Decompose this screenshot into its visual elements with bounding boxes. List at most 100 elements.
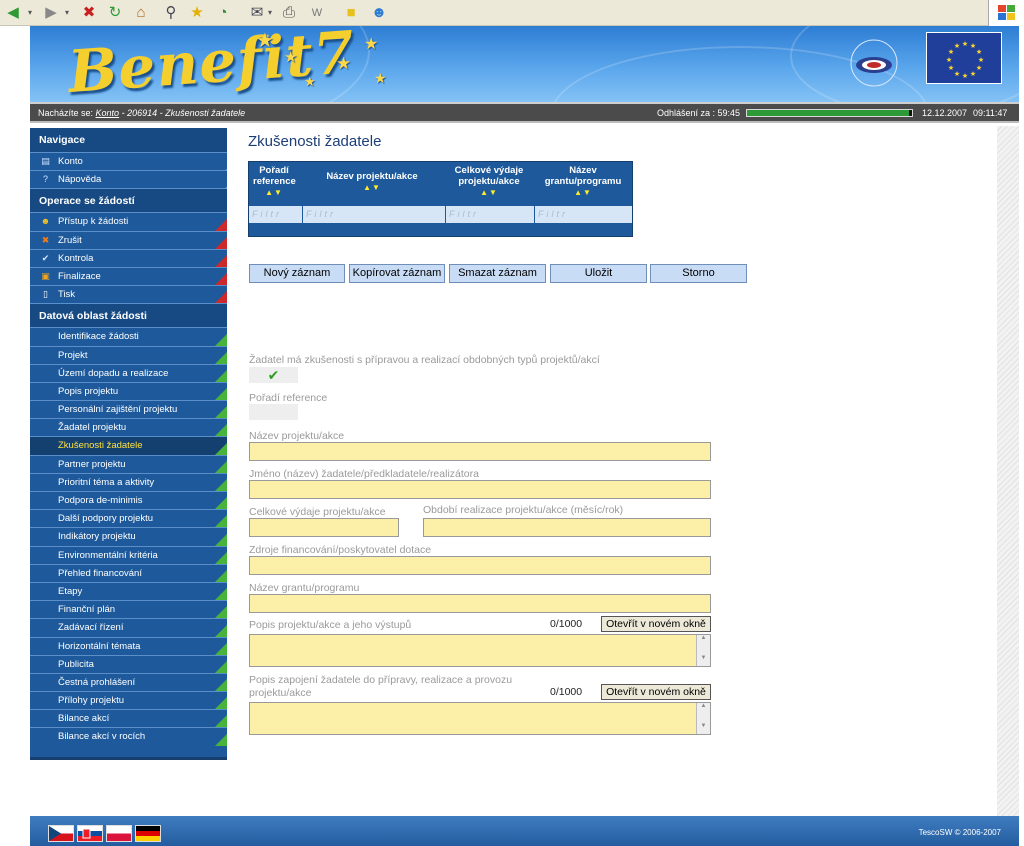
mail-icon[interactable]: ✉	[246, 3, 268, 23]
sidebar-section-data: Datová oblast žádosti	[30, 303, 227, 328]
filter-input-grant[interactable]: Filtr	[535, 206, 632, 223]
sidebar-item-environment-ln-krit-ria[interactable]: Environmentální kritéria	[30, 545, 227, 564]
back-icon[interactable]: ◀	[2, 3, 24, 23]
home-icon[interactable]: ⌂	[130, 3, 152, 23]
refresh-icon[interactable]: ↻	[104, 3, 126, 23]
svg-text:★: ★	[978, 56, 984, 64]
sidebar-item-label: Kontrola	[58, 252, 94, 264]
involvement-open-window-button[interactable]: Otevřít v novém okně	[601, 684, 711, 700]
stop-icon[interactable]: ✖	[78, 3, 100, 23]
sidebar-item--estn-prohl-en-[interactable]: Čestná prohlášení	[30, 672, 227, 692]
corner-marker-icon	[215, 588, 227, 601]
checkmark-icon: ✔	[267, 367, 280, 383]
search-icon[interactable]: ⚲	[160, 3, 182, 23]
sidebar-item-label: Bilance akcí	[58, 713, 110, 725]
corner-marker-icon	[215, 660, 227, 673]
favorites-icon[interactable]: ★	[186, 3, 208, 23]
experience-checkbox[interactable]: ✔	[249, 367, 298, 383]
filter-input-vydaje[interactable]: Filtr	[446, 206, 535, 223]
corner-marker-icon	[215, 606, 227, 619]
print-icon[interactable]: ⎙	[278, 3, 300, 23]
flag-pl-icon[interactable]	[106, 825, 132, 842]
scroll-down-icon[interactable]: ▼	[697, 723, 710, 729]
total-cost-input[interactable]	[249, 518, 399, 537]
sidebar-item-p-stup-k-dosti[interactable]: ☻ Přístup k žádosti	[30, 212, 227, 231]
filter-input-poradi[interactable]: Filtr	[249, 206, 303, 223]
involvement-textarea[interactable]: ▲ ▼	[249, 702, 711, 735]
sidebar-item-p-ehled-financov-n-[interactable]: Přehled financování	[30, 563, 227, 582]
sidebar-item-etapy[interactable]: Etapy	[30, 581, 227, 601]
sidebar-item-projekt[interactable]: Projekt	[30, 345, 227, 364]
delete-record-button[interactable]: Smazat záznam	[449, 264, 546, 283]
column-header-poradi[interactable]: Pořadí reference ▲▼	[253, 165, 296, 198]
scroll-up-icon[interactable]: ▲	[697, 635, 710, 641]
save-button[interactable]: Uložit	[550, 264, 647, 283]
sort-arrows-icon[interactable]: ▲▼	[449, 187, 529, 198]
column-header-nazev-projektu[interactable]: Název projektu/akce ▲▼	[304, 165, 440, 193]
realization-period-input[interactable]	[423, 518, 711, 537]
sidebar-item-dal-podpory-projektu[interactable]: Další podpory projektu	[30, 509, 227, 528]
sidebar-item-horizont-ln-t-mata[interactable]: Horizontální témata	[30, 636, 227, 655]
column-header-nazev-grantu[interactable]: Název grantu/programu ▲▼	[539, 165, 627, 198]
notes-icon[interactable]: ■	[340, 3, 362, 23]
forward-dropdown-icon[interactable]: ▾	[62, 3, 72, 23]
scroll-up-icon[interactable]: ▲	[697, 703, 710, 709]
sidebar-item-tisk[interactable]: ▯ Tisk	[30, 285, 227, 304]
grant-name-input[interactable]	[249, 594, 711, 613]
description-textarea[interactable]: ▲ ▼	[249, 634, 711, 667]
flag-sk-icon[interactable]	[77, 825, 103, 842]
description-open-window-button[interactable]: Otevřít v novém okně	[601, 616, 711, 632]
sidebar-item-label: Podpora de-minimis	[58, 495, 143, 506]
funding-source-input[interactable]	[249, 556, 711, 575]
cancel-button[interactable]: Storno	[650, 264, 747, 283]
scroll-down-icon[interactable]: ▼	[697, 655, 710, 661]
sort-arrows-icon[interactable]: ▲▼	[253, 187, 295, 198]
location-bar: Nacházíte se: Konto - 206914 - Zkušenost…	[30, 102, 1019, 123]
edit-icon[interactable]: W	[306, 3, 328, 23]
sidebar-item-popis-projektu[interactable]: Popis projektu	[30, 381, 227, 401]
sidebar-item-publicita[interactable]: Publicita	[30, 654, 227, 673]
star-icon: ★	[256, 30, 274, 52]
forward-icon[interactable]: ▶	[40, 3, 62, 23]
sidebar-item-kontrola[interactable]: ✔ Kontrola	[30, 248, 227, 267]
sidebar-item-p-lohy-projektu[interactable]: Přílohy projektu	[30, 691, 227, 710]
messenger-icon[interactable]: ☻	[368, 3, 390, 23]
textarea-scrollbar[interactable]: ▲ ▼	[696, 635, 710, 666]
sidebar-item-bilance-akc-v-roc-ch[interactable]: Bilance akcí v rocích	[30, 727, 227, 746]
sidebar-item-finalizace[interactable]: ▣ Finalizace	[30, 266, 227, 286]
sidebar-item-label: Publicita	[58, 658, 94, 670]
sort-arrows-icon[interactable]: ▲▼	[304, 182, 440, 193]
sidebar-item-bilance-akc-[interactable]: Bilance akcí	[30, 709, 227, 728]
breadcrumb-konto-link[interactable]: Konto	[96, 108, 120, 118]
applicant-name-input[interactable]	[249, 480, 711, 499]
copy-record-button[interactable]: Kopírovat záznam	[349, 264, 445, 283]
sidebar-item-zad-vac-zen-[interactable]: Zadávací řízení	[30, 618, 227, 637]
sidebar-item-konto[interactable]: ▤ Konto	[30, 152, 227, 171]
sidebar-item-zku-enosti-adatele[interactable]: Zkušenosti žadatele	[30, 436, 227, 455]
sidebar-item-identifikace-dosti[interactable]: Identifikace žádosti	[30, 327, 227, 346]
sidebar-item--zem-dopadu-a-realizace[interactable]: Území dopadu a realizace	[30, 363, 227, 382]
column-header-celkove-vydaje[interactable]: Celkové výdaje projektu/akce ▲▼	[449, 165, 529, 198]
back-dropdown-icon[interactable]: ▾	[25, 3, 35, 23]
involvement-counter: 0/1000	[550, 686, 583, 698]
sidebar-item-zru-it[interactable]: ✖ Zrušit	[30, 230, 227, 249]
sidebar-item-prioritn-t-ma-a-aktivity[interactable]: Prioritní téma a aktivity	[30, 472, 227, 491]
filter-input-nazev[interactable]: Filtr	[303, 206, 446, 223]
sidebar-item-podpora-de-minimis[interactable]: Podpora de-minimis	[30, 491, 227, 510]
new-record-button[interactable]: Nový záznam	[249, 264, 345, 283]
sidebar-item-label: Popis projektu	[58, 385, 119, 397]
mail-dropdown-icon[interactable]: ▾	[266, 3, 274, 23]
sidebar-item-finan-n-pl-n[interactable]: Finanční plán	[30, 600, 227, 619]
sidebar-item-partner-projektu[interactable]: Partner projektu	[30, 454, 227, 473]
sidebar-item-n-pov-da[interactable]: ? Nápověda	[30, 170, 227, 189]
textarea-scrollbar[interactable]: ▲ ▼	[696, 703, 710, 734]
flag-cz-icon[interactable]	[48, 825, 74, 842]
navigace-list: ▤ Konto? Nápověda	[30, 152, 227, 189]
history-icon[interactable]: ◔	[212, 3, 234, 23]
flag-de-icon[interactable]	[135, 825, 161, 842]
sort-arrows-icon[interactable]: ▲▼	[539, 187, 627, 198]
sidebar-item-indik-tory-projektu[interactable]: Indikátory projektu	[30, 527, 227, 546]
sidebar-item--adatel-projektu[interactable]: Žadatel projektu	[30, 418, 227, 437]
sidebar-item-person-ln-zaji-t-n-projektu[interactable]: Personální zajištění projektu	[30, 400, 227, 419]
project-name-input[interactable]	[249, 442, 711, 461]
